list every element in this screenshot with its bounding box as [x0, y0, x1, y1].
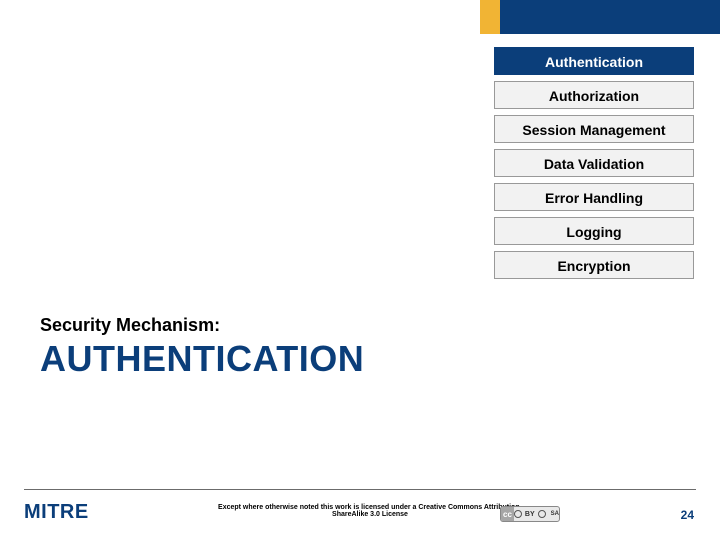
mechanism-item-error-handling: Error Handling: [494, 183, 694, 211]
license-text: Except where otherwise noted this work i…: [200, 504, 540, 518]
mechanism-item-logging: Logging: [494, 217, 694, 245]
mechanism-item-encryption: Encryption: [494, 251, 694, 279]
footer-rule: [24, 489, 696, 490]
corner-band-accent: [480, 0, 500, 34]
corner-band-main: [500, 0, 720, 34]
mechanism-item-data-validation: Data Validation: [494, 149, 694, 177]
mechanism-item-authorization: Authorization: [494, 81, 694, 109]
heading-title: AUTHENTICATION: [40, 338, 364, 380]
page-number: 24: [681, 508, 694, 522]
slide: Authentication Authorization Session Man…: [0, 0, 720, 540]
corner-band: [480, 0, 720, 34]
cc-sa-label: SA: [551, 511, 559, 517]
cc-by-label: BY: [525, 511, 535, 518]
cc-badge-right: BY SA: [514, 507, 559, 521]
cc-by-icon: [514, 510, 522, 518]
heading-block: Security Mechanism: AUTHENTICATION: [40, 315, 364, 380]
cc-sa-icon: [538, 510, 546, 518]
mechanism-item-session-management: Session Management: [494, 115, 694, 143]
mitre-logo: MITRE: [24, 501, 89, 524]
mechanism-item-authentication: Authentication: [494, 47, 694, 75]
mechanism-list: Authentication Authorization Session Man…: [494, 47, 694, 279]
heading-kicker: Security Mechanism:: [40, 315, 364, 336]
cc-icon: cc: [501, 507, 514, 521]
cc-badge: cc BY SA: [500, 506, 560, 522]
